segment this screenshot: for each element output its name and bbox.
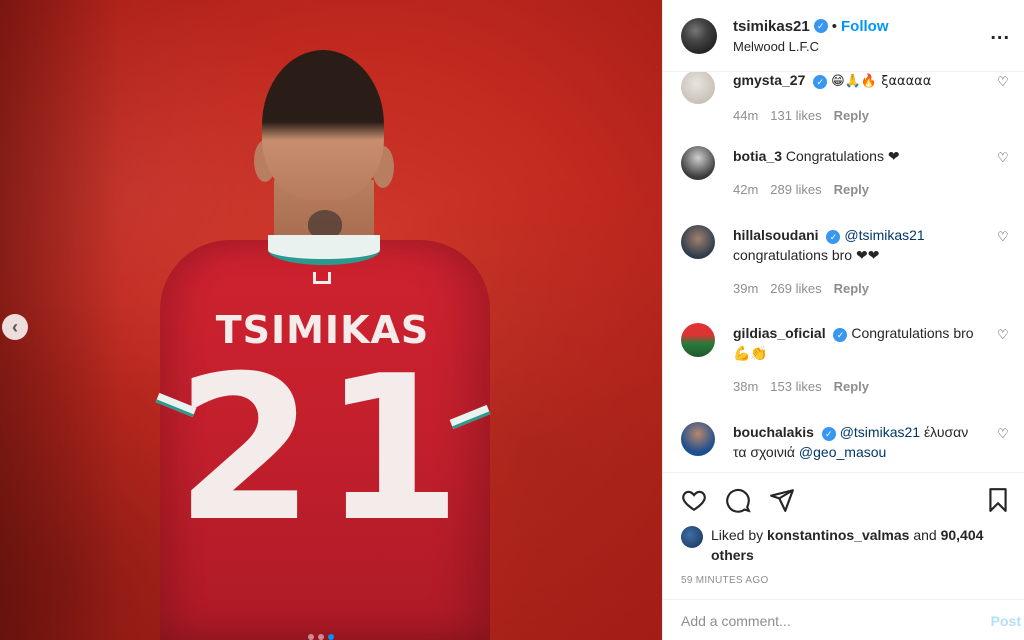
comment-body: hillalsoudani ✓ @tsimikas21 congratulati… (733, 225, 983, 299)
post-button[interactable]: Post (991, 613, 1021, 629)
carousel-dot (318, 634, 324, 640)
comment-icon[interactable] (725, 487, 751, 513)
more-icon[interactable]: ... (990, 22, 1010, 45)
comment-username[interactable]: botia_3 (733, 148, 782, 164)
action-row (681, 487, 795, 513)
avatar[interactable] (681, 17, 717, 54)
header-line: tsimikas21 ✓ • Follow (733, 18, 889, 35)
avatar[interactable] (681, 225, 715, 259)
comment-username[interactable]: gildias_oficial (733, 325, 826, 341)
comment-input[interactable] (681, 612, 961, 629)
heart-icon[interactable]: ♡ (997, 74, 1011, 89)
header-username[interactable]: tsimikas21 (733, 18, 810, 35)
kit-brand-logo (313, 272, 331, 284)
comments-list[interactable]: gmysta_27 ✓ 😁🙏🔥 ξααααα 44m 131 likes Rep… (663, 72, 1024, 472)
comment-body: gildias_oficial ✓ Congratulations bro 💪👏… (733, 323, 983, 397)
comment-item: gildias_oficial ✓ Congratulations bro 💪👏… (681, 323, 1011, 397)
heart-icon[interactable]: ♡ (997, 229, 1011, 244)
follow-button[interactable]: Follow (841, 18, 889, 35)
verified-icon: ✓ (833, 328, 848, 342)
comment-meta: 38m 153 likes Reply (733, 377, 983, 397)
comment-mention[interactable]: @tsimikas21 (840, 424, 920, 440)
avatar[interactable] (681, 422, 715, 456)
liked-by-connector: and (913, 527, 937, 543)
heart-icon[interactable] (681, 487, 707, 513)
carousel-dot-active (328, 634, 334, 640)
head (262, 50, 384, 200)
avatar[interactable] (681, 72, 715, 104)
neck-tattoo (308, 210, 342, 238)
reply-button[interactable]: Reply (834, 180, 869, 200)
avatar[interactable] (681, 146, 715, 180)
liked-by-user[interactable]: konstantinos_valmas (767, 527, 909, 543)
comment-item: bouchalakis ✓ @tsimikas21 έλυσαν τα σχοι… (681, 422, 1011, 462)
carousel-dot (308, 634, 314, 640)
verified-icon: ✓ (821, 427, 836, 441)
reply-button[interactable]: Reply (834, 377, 869, 397)
player-figure: TSIMIKAS 21 (150, 50, 495, 640)
comment-time[interactable]: 39m (733, 279, 758, 299)
comment-likes[interactable]: 131 likes (770, 106, 821, 126)
post-actions: Liked by konstantinos_valmas and 90,404 … (663, 472, 1024, 640)
post-timestamp[interactable]: 59 MINUTES AGO (681, 575, 769, 586)
comment-likes[interactable]: 289 likes (770, 180, 821, 200)
jersey-number: 21 (175, 333, 470, 566)
post-header: tsimikas21 ✓ • Follow Melwood L.F.C ... (663, 0, 1024, 72)
comment-mention[interactable]: @tsimikas21 (844, 227, 924, 243)
comment-time[interactable]: 42m (733, 180, 758, 200)
comment-mention[interactable]: @geo_masou (799, 444, 886, 460)
comment-time[interactable]: 38m (733, 377, 758, 397)
verified-icon: ✓ (813, 19, 828, 33)
comment-likes[interactable]: 153 likes (770, 377, 821, 397)
comment-username[interactable]: hillalsoudani (733, 227, 819, 243)
avatar[interactable] (681, 323, 715, 357)
comment-text: Congratulations ❤ (785, 148, 900, 164)
share-icon[interactable] (769, 487, 795, 513)
comment-meta: 39m 269 likes Reply (733, 279, 983, 299)
comment-username[interactable]: gmysta_27 (733, 72, 805, 88)
heart-icon[interactable]: ♡ (997, 327, 1011, 342)
verified-icon: ✓ (826, 230, 841, 244)
liked-by-prefix: Liked by (711, 527, 764, 543)
comment-body: botia_3 Congratulations ❤ 42m 289 likes … (733, 146, 983, 200)
comment-meta: 44m 131 likes Reply (733, 106, 983, 126)
comment-username[interactable]: bouchalakis (733, 424, 814, 440)
chevron-left-icon[interactable]: ‹ (2, 314, 28, 340)
verified-icon: ✓ (813, 75, 828, 89)
post-image[interactable]: TSIMIKAS 21 ‹ (0, 0, 662, 640)
comment-item: hillalsoudani ✓ @tsimikas21 congratulati… (681, 225, 1011, 299)
comment-time[interactable]: 44m (733, 106, 758, 126)
comment-item: gmysta_27 ✓ 😁🙏🔥 ξααααα 44m 131 likes Rep… (681, 72, 1011, 126)
carousel-dots (308, 634, 334, 640)
comment-body: gmysta_27 ✓ 😁🙏🔥 ξααααα 44m 131 likes Rep… (733, 72, 983, 126)
location-link[interactable]: Melwood L.F.C (733, 39, 889, 54)
comment-meta: 42m 289 likes Reply (733, 180, 983, 200)
comment-body: bouchalakis ✓ @tsimikas21 έλυσαν τα σχοι… (733, 422, 983, 462)
header-text: tsimikas21 ✓ • Follow Melwood L.F.C (733, 18, 889, 54)
heart-icon[interactable]: ♡ (997, 150, 1011, 165)
reply-button[interactable]: Reply (834, 279, 869, 299)
reply-button[interactable]: Reply (834, 106, 869, 126)
comment-text: 😁🙏🔥 ξααααα (831, 74, 932, 89)
header-separator: • (831, 17, 837, 35)
jersey-collar (268, 235, 380, 265)
comment-likes[interactable]: 269 likes (770, 279, 821, 299)
comment-item: botia_3 Congratulations ❤ 42m 289 likes … (681, 146, 1011, 200)
post-side-panel: tsimikas21 ✓ • Follow Melwood L.F.C ... … (662, 0, 1024, 640)
add-comment-bar: Post (663, 599, 1024, 640)
avatar[interactable] (681, 526, 703, 548)
comment-text: congratulations bro ❤❤ (733, 247, 880, 263)
bookmark-icon[interactable] (985, 487, 1011, 513)
liked-by-text: Liked by konstantinos_valmas and 90,404 … (711, 525, 991, 565)
liked-by: Liked by konstantinos_valmas and 90,404 … (681, 525, 991, 565)
heart-icon[interactable]: ♡ (997, 426, 1011, 441)
